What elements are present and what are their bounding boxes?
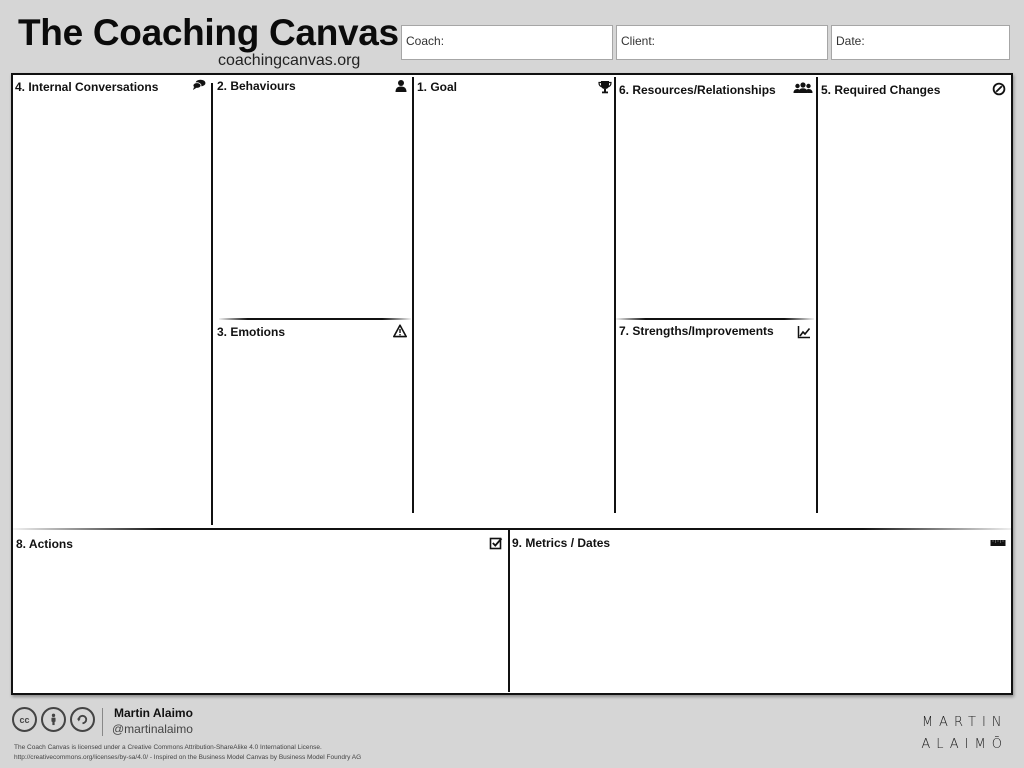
divider [102, 708, 103, 736]
group-icon [793, 81, 813, 95]
trophy-icon [598, 80, 612, 94]
block-label: 1. Goal [417, 80, 458, 94]
license-url[interactable]: http://creativecommons.org/licenses/by-s… [14, 753, 361, 763]
client-field-label: Client: [621, 34, 656, 48]
block-label: 8. Actions [16, 537, 73, 551]
no-entry-icon [992, 82, 1006, 96]
block-label: 4. Internal Conversations [15, 80, 159, 94]
block-label: 2. Behaviours [217, 79, 296, 93]
license-text: The Coach Canvas is licensed under a Cre… [14, 743, 361, 763]
coach-field-label: Coach: [406, 34, 445, 48]
coach-field[interactable]: Coach: [401, 25, 613, 60]
block-required-changes[interactable]: 5. Required Changes [818, 75, 1013, 528]
attribution-icon [41, 707, 66, 732]
page-title: The Coaching Canvas [18, 12, 399, 53]
author-handle[interactable]: @martinalaimo [112, 722, 193, 736]
block-internal-conversations[interactable]: 4. Internal Conversations [13, 75, 211, 528]
share-alike-icon [70, 707, 95, 732]
user-icon [394, 79, 408, 93]
block-goal[interactable]: 1. Goal [414, 75, 614, 528]
block-label: 3. Emotions [217, 325, 286, 339]
license-line: The Coach Canvas is licensed under a Cre… [14, 744, 322, 751]
website-link[interactable]: coachingcanvas.org [218, 52, 360, 70]
block-label: 5. Required Changes [821, 83, 941, 97]
date-field-label: Date: [836, 34, 865, 48]
author-name: Martin Alaimo [114, 706, 193, 720]
brand-line: ALAIMŌ [921, 737, 1008, 752]
brand-logo: MARTIN ALAIMŌ [921, 712, 1008, 756]
warning-triangle-icon [393, 324, 407, 338]
block-resources-relationships[interactable]: 6. Resources/Relationships [616, 75, 816, 318]
coaching-canvas: 4. Internal Conversations 2. Behaviours … [11, 73, 1013, 695]
speech-bubbles-icon [192, 78, 206, 92]
client-field[interactable]: Client: [616, 25, 828, 60]
block-label: 7. Strengths/Improvements [619, 324, 774, 338]
block-metrics-dates[interactable]: 9. Metrics / Dates [510, 530, 1013, 693]
ruler-icon [990, 536, 1006, 550]
line-chart-icon [797, 325, 811, 339]
cc-icon: cc [12, 707, 37, 732]
brand-line: MARTIN [921, 715, 1008, 730]
block-label: 9. Metrics / Dates [512, 536, 611, 550]
date-field[interactable]: Date: [831, 25, 1010, 60]
block-emotions[interactable]: 3. Emotions [213, 320, 411, 528]
block-behaviours[interactable]: 2. Behaviours [213, 75, 411, 318]
checkbox-icon [489, 536, 503, 550]
block-strengths-improvements[interactable]: 7. Strengths/Improvements [616, 320, 816, 528]
license-icons: cc [12, 707, 95, 732]
block-label: 6. Resources/Relationships [619, 83, 776, 97]
block-actions[interactable]: 8. Actions [13, 530, 508, 693]
